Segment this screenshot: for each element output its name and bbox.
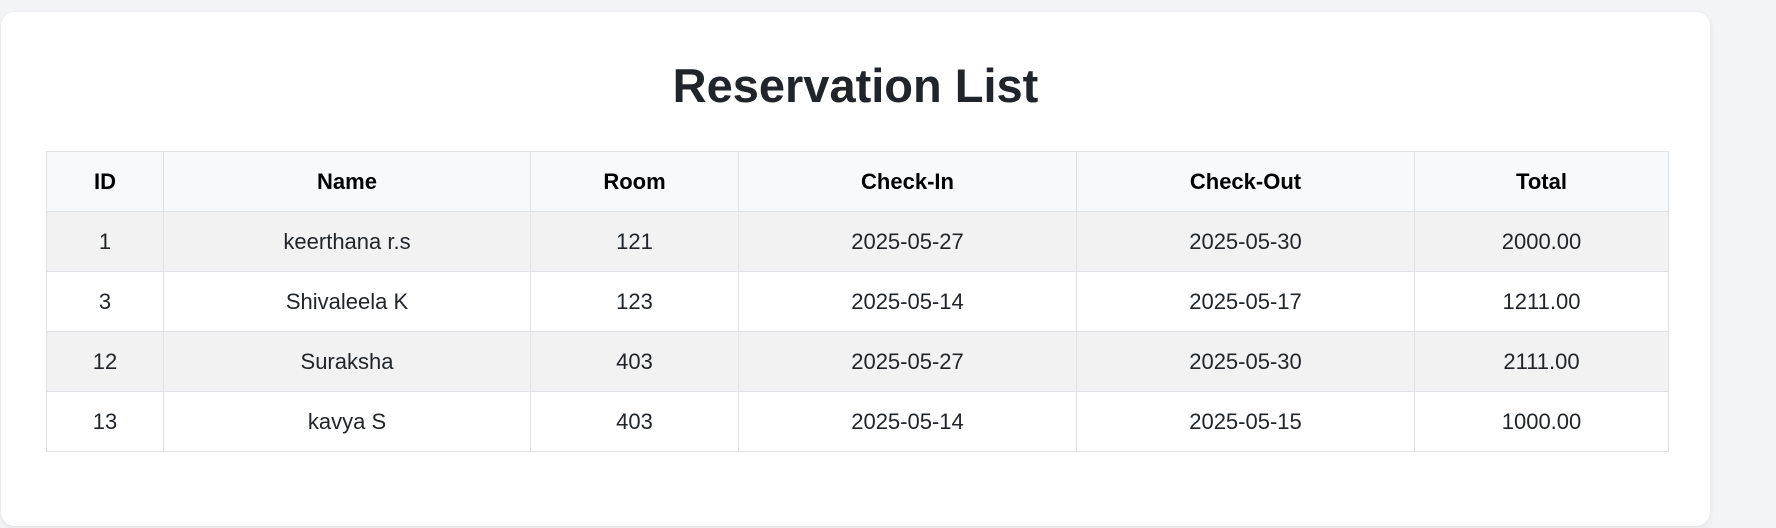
column-header-room: Room <box>530 151 739 212</box>
column-header-total: Total <box>1414 151 1669 212</box>
cell-name: kavya S <box>163 391 531 452</box>
cell-name: Shivaleela K <box>163 271 531 332</box>
cell-total: 1211.00 <box>1414 271 1669 332</box>
cell-id: 1 <box>46 211 164 272</box>
cell-total: 2000.00 <box>1414 211 1669 272</box>
cell-check-out: 2025-05-15 <box>1076 391 1415 452</box>
cell-check-in: 2025-05-14 <box>738 391 1077 452</box>
cell-name: Suraksha <box>163 331 531 392</box>
column-header-check-out: Check-Out <box>1076 151 1415 212</box>
cell-total: 2111.00 <box>1414 331 1669 392</box>
table-row: 12 Suraksha 403 2025-05-27 2025-05-30 21… <box>46 331 1669 392</box>
cell-total: 1000.00 <box>1414 391 1669 452</box>
cell-id: 3 <box>46 271 164 332</box>
cell-room: 123 <box>530 271 739 332</box>
cell-check-out: 2025-05-30 <box>1076 331 1415 392</box>
table-row: 3 Shivaleela K 123 2025-05-14 2025-05-17… <box>46 271 1669 332</box>
cell-id: 12 <box>46 331 164 392</box>
table-row: 13 kavya S 403 2025-05-14 2025-05-15 100… <box>46 391 1669 452</box>
table-row: 1 keerthana r.s 121 2025-05-27 2025-05-3… <box>46 211 1669 272</box>
cell-check-in: 2025-05-27 <box>738 331 1077 392</box>
table-header-row: ID Name Room Check-In Check-Out Total <box>46 151 1669 212</box>
cell-check-in: 2025-05-14 <box>738 271 1077 332</box>
cell-check-out: 2025-05-17 <box>1076 271 1415 332</box>
cell-check-out: 2025-05-30 <box>1076 211 1415 272</box>
cell-name: keerthana r.s <box>163 211 531 272</box>
cell-room: 403 <box>530 391 739 452</box>
cell-id: 13 <box>46 391 164 452</box>
reservation-table: ID Name Room Check-In Check-Out Total 1 … <box>46 151 1669 452</box>
reservation-card: Reservation List ID Name Room Check-In C… <box>1 12 1710 526</box>
column-header-name: Name <box>163 151 531 212</box>
cell-room: 403 <box>530 331 739 392</box>
page-title: Reservation List <box>672 59 1039 112</box>
cell-room: 121 <box>530 211 739 272</box>
column-header-check-in: Check-In <box>738 151 1077 212</box>
column-header-id: ID <box>46 151 164 212</box>
cell-check-in: 2025-05-27 <box>738 211 1077 272</box>
